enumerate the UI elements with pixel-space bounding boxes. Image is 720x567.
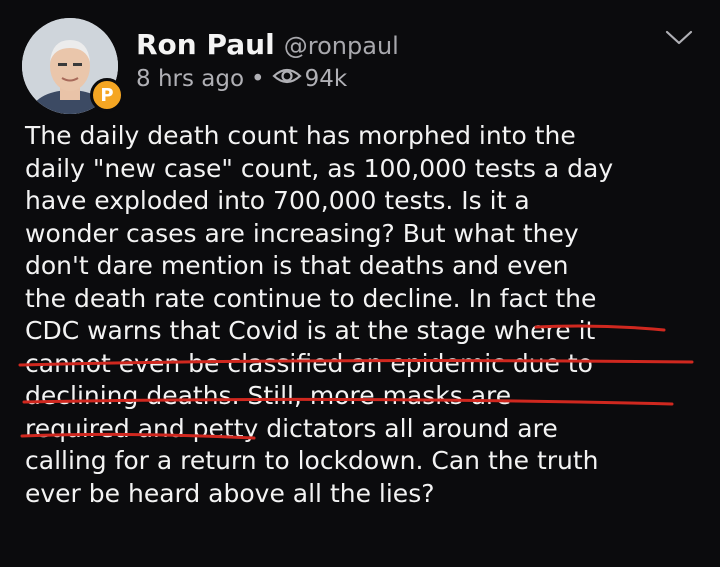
post-card: P Ron Paul @ronpaul 8 hrs ago • 94k The … <box>0 0 720 567</box>
post-meta: 8 hrs ago • 94k <box>136 66 347 92</box>
author-handle[interactable]: @ronpaul <box>284 32 399 60</box>
post-timestamp: 8 hrs ago <box>136 66 245 92</box>
author-display-name[interactable]: Ron Paul <box>136 28 275 61</box>
author-row: Ron Paul @ronpaul <box>136 28 399 61</box>
view-count: 94k <box>304 66 348 92</box>
post-body: The daily death count has morphed into t… <box>25 121 614 508</box>
eye-icon <box>272 66 302 92</box>
chevron-down-icon[interactable] <box>664 28 694 48</box>
meta-separator: • <box>251 66 265 92</box>
premium-badge-icon: P <box>90 78 124 112</box>
